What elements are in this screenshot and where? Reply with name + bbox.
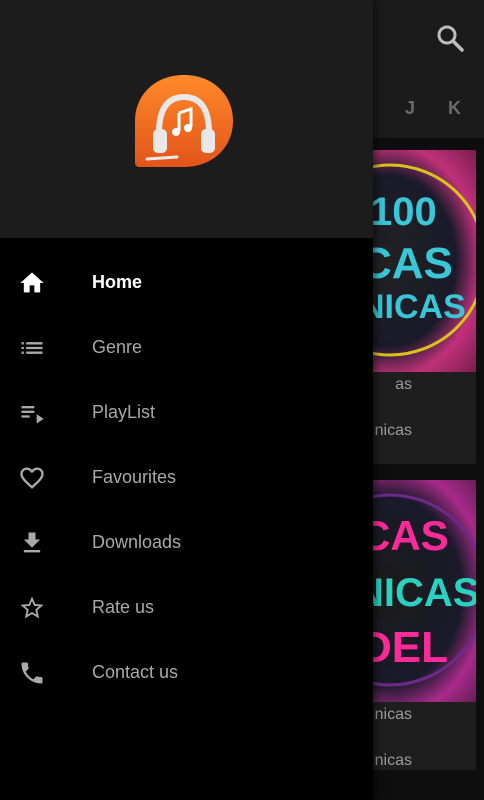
app-logo	[133, 73, 235, 171]
phone-icon	[17, 658, 47, 688]
alphabet-letter[interactable]: J	[405, 98, 415, 119]
nav-item-label: Contact us	[92, 662, 179, 682]
svg-text:CAS: CAS	[360, 512, 449, 559]
nav-item-label: Genre	[92, 337, 143, 357]
heart-icon	[17, 463, 47, 493]
nav-item-downloads[interactable]: Downloads	[0, 510, 373, 575]
nav-item-label: Rate us	[92, 597, 155, 617]
nav-item-label: Home	[92, 272, 143, 292]
star-icon	[17, 593, 47, 623]
download-icon	[17, 528, 47, 558]
nav-item-favourites[interactable]: Favourites	[0, 445, 373, 510]
home-icon	[17, 268, 47, 298]
navigation-drawer: Home Genre PlayList Favourites Downloads	[0, 0, 373, 800]
nav-item-rate-us[interactable]: Rate us	[0, 575, 373, 640]
svg-text:NICAS: NICAS	[355, 571, 476, 615]
nav-item-genre[interactable]: Genre	[0, 315, 373, 380]
svg-text:100: 100	[370, 190, 437, 234]
nav-item-home[interactable]: Home	[0, 250, 373, 315]
nav-item-playlist[interactable]: PlayList	[0, 380, 373, 445]
list-icon	[17, 333, 47, 363]
nav-item-label: Downloads	[92, 532, 182, 552]
svg-text:DEL: DEL	[360, 623, 448, 672]
drawer-nav: Home Genre PlayList Favourites Downloads	[0, 250, 373, 705]
drawer-header	[0, 0, 373, 238]
alphabet-letter[interactable]: K	[448, 98, 461, 119]
search-icon[interactable]	[434, 22, 466, 54]
svg-text:CAS: CAS	[360, 239, 453, 288]
nav-item-label: PlayList	[92, 402, 156, 422]
svg-text:NICAS: NICAS	[360, 288, 466, 326]
playlist-icon	[17, 398, 47, 428]
nav-item-contact-us[interactable]: Contact us	[0, 640, 373, 705]
nav-item-label: Favourites	[92, 467, 177, 487]
